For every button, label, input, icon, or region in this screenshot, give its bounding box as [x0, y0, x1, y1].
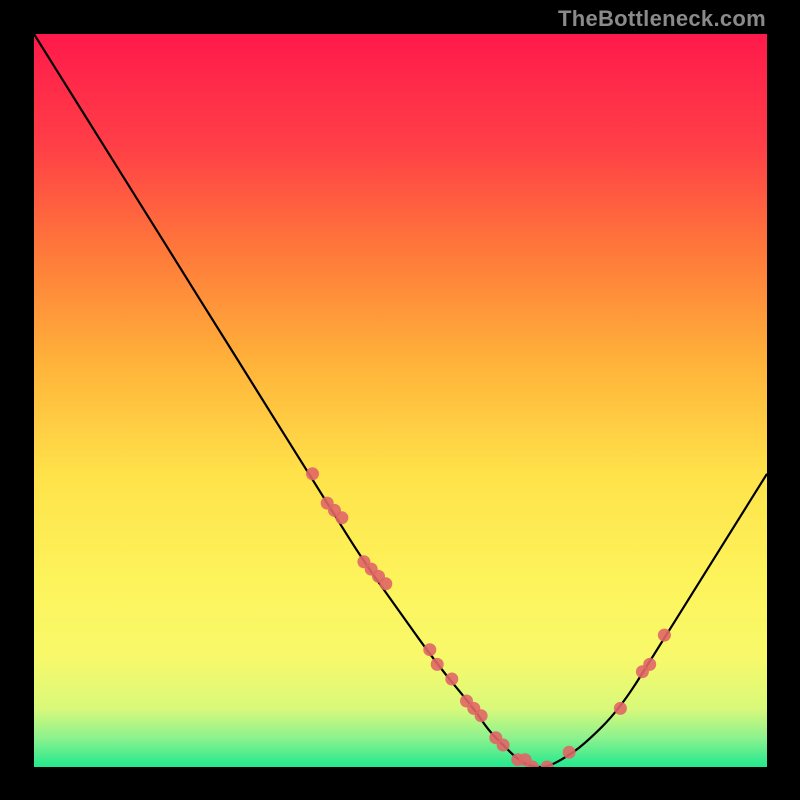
scatter-dot	[475, 709, 488, 722]
scatter-dot	[614, 702, 627, 715]
scatter-dot	[541, 761, 554, 768]
plot-area	[34, 34, 767, 767]
chart-svg	[34, 34, 767, 767]
scatter-dot	[379, 577, 392, 590]
scatter-dot	[335, 511, 348, 524]
chart-stage: TheBottleneck.com	[0, 0, 800, 800]
watermark-text: TheBottleneck.com	[558, 6, 766, 32]
scatter-dot	[658, 629, 671, 642]
scatter-dot	[445, 673, 458, 686]
bottleneck-curve	[34, 34, 767, 767]
scatter-dot	[497, 739, 510, 752]
scatter-points	[306, 467, 671, 767]
scatter-dot	[306, 467, 319, 480]
scatter-dot	[643, 658, 656, 671]
scatter-dot	[563, 746, 576, 759]
scatter-dot	[431, 658, 444, 671]
scatter-dot	[423, 643, 436, 656]
